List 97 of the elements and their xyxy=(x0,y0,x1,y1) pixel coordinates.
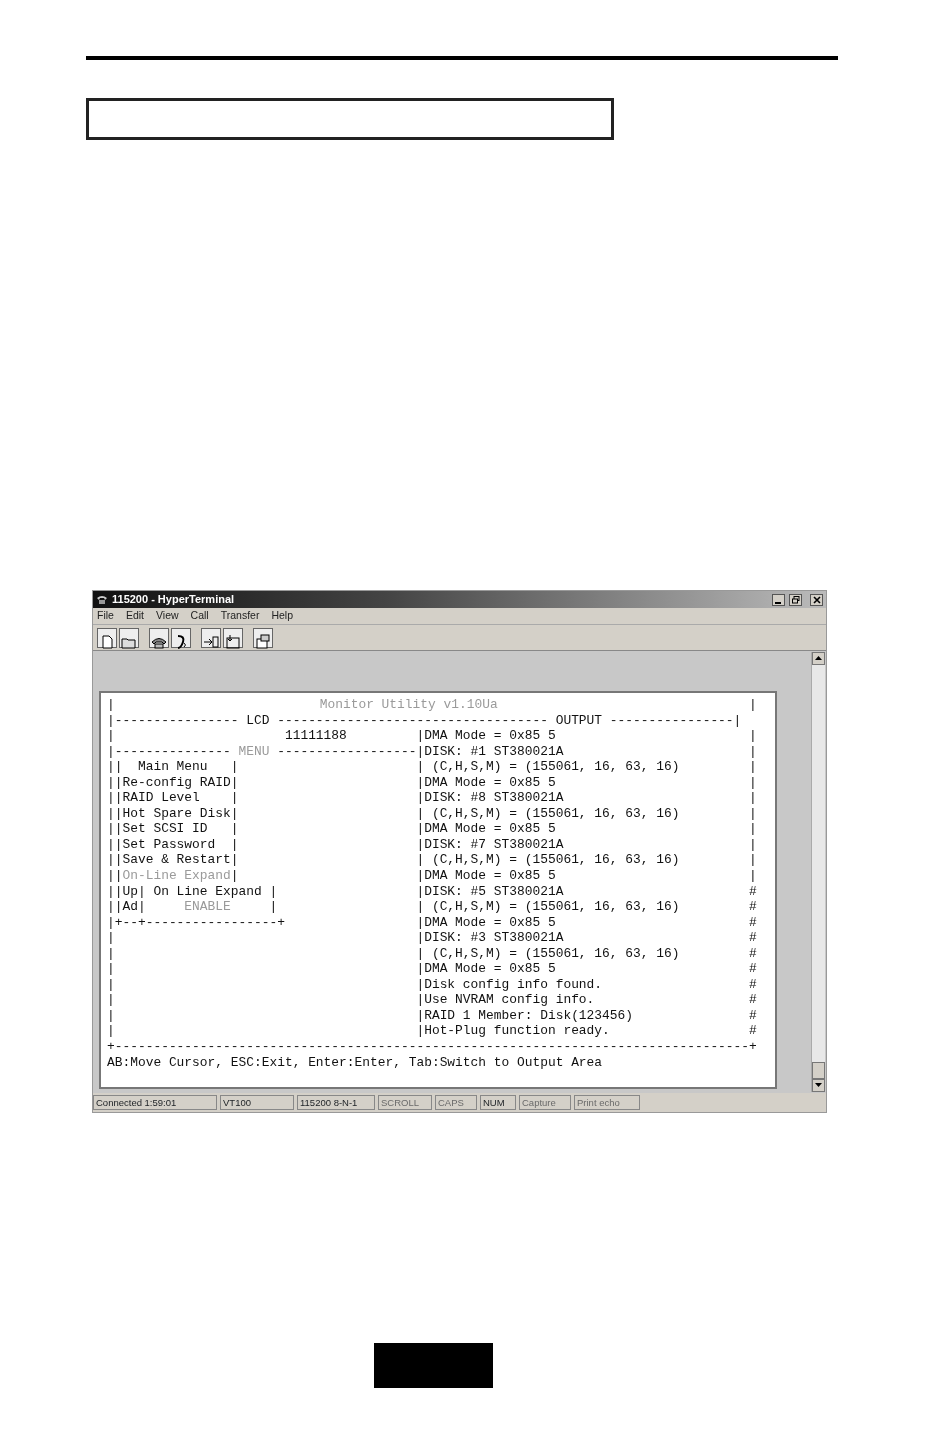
output-text: |DISK: #8 ST380021A xyxy=(416,790,565,806)
menu-panel-text: |+--+-----------------+ xyxy=(107,914,286,931)
window-title: 115200 - HyperTerminal xyxy=(112,592,235,608)
menu-item[interactable]: Edit xyxy=(125,608,144,624)
border-mark: | xyxy=(749,868,757,884)
terminal-line: |---------------- LCD ----------------------------------- OUTPUT ----------------| xyxy=(107,712,742,729)
menu-panel-text: | xyxy=(107,961,116,977)
border-mark: | xyxy=(749,805,757,822)
output-text: | (C,H,S,M) = (155061, 16, 63, 16) xyxy=(416,945,681,962)
menu-panel-text: ||Set Password | xyxy=(107,836,240,853)
output-text: |DISK: #5 ST380021A xyxy=(416,883,565,900)
status-pane: NUM xyxy=(480,1095,516,1110)
status-pane: VT100 xyxy=(220,1095,294,1110)
output-text: |DMA Mode = 0x85 5 xyxy=(416,868,557,884)
status-pane: Capture xyxy=(519,1095,571,1110)
status-pane: SCROLL xyxy=(378,1095,432,1110)
menu-panel-text: ||Ad| ENABLE | xyxy=(107,899,279,915)
border-mark: # xyxy=(749,930,757,946)
border-mark: # xyxy=(749,914,757,931)
menu-panel-text: | xyxy=(107,930,116,946)
terminal-line: | Monitor Utility v1.10Ua | xyxy=(107,697,757,713)
phone-icon xyxy=(96,594,108,605)
minimize-button[interactable] xyxy=(772,593,785,606)
menu-item[interactable]: File xyxy=(97,608,114,624)
output-text: |Hot-Plug function ready. xyxy=(416,1023,611,1040)
menu-panel-text: | xyxy=(107,1007,116,1024)
terminal-line: +----------------------------------------------------------------------------------+ xyxy=(107,1039,757,1055)
border-mark: # xyxy=(749,976,757,993)
output-text: |Use NVRAM config info. xyxy=(416,992,596,1008)
output-text: |DISK: #1 ST380021A xyxy=(416,743,565,760)
menu-panel-text: ||Re-config RAID| xyxy=(107,774,240,791)
border-mark: | xyxy=(749,852,757,868)
folder-icon[interactable] xyxy=(119,627,139,648)
close-icon xyxy=(812,596,821,605)
border-mark: | xyxy=(749,728,757,744)
output-text: |DMA Mode = 0x85 5 xyxy=(416,914,557,931)
menu-panel-text: ||Save & Restart| xyxy=(107,852,240,868)
status-pane: Print echo xyxy=(574,1095,640,1110)
phone-icon[interactable] xyxy=(149,627,169,648)
output-text: | (C,H,S,M) = (155061, 16, 63, 16) xyxy=(416,805,681,822)
close-button[interactable] xyxy=(810,593,823,606)
menu-panel-text: ||RAID Level | xyxy=(107,790,240,806)
new-document-icon[interactable] xyxy=(97,627,117,648)
output-text: | (C,H,S,M) = (155061, 16, 63, 16) xyxy=(416,852,681,868)
menu-panel-text: | xyxy=(107,945,116,962)
menu-panel-text: | 11111188 xyxy=(107,728,348,744)
menu-item[interactable]: Help xyxy=(271,608,293,624)
status-pane: Connected 1:59:01 xyxy=(93,1095,217,1110)
border-mark: | xyxy=(749,759,757,775)
border-mark: # xyxy=(749,945,757,962)
output-text: |DISK: #7 ST380021A xyxy=(416,836,565,853)
handset-icon[interactable] xyxy=(171,627,191,648)
menu-item[interactable]: Transfer xyxy=(220,608,260,624)
output-text: |DMA Mode = 0x85 5 xyxy=(416,821,557,837)
border-mark: # xyxy=(749,883,757,900)
menu-panel-text: | xyxy=(107,976,116,993)
output-text: | (C,H,S,M) = (155061, 16, 63, 16) xyxy=(416,759,681,775)
border-mark: # xyxy=(749,961,757,977)
menu-panel-text: || Main Menu | xyxy=(107,759,240,775)
menu-panel-text: ||Set SCSI ID | xyxy=(107,821,240,837)
terminal-screen[interactable] xyxy=(99,691,777,1089)
scroll-up-icon[interactable] xyxy=(812,652,825,665)
menu-panel-text: |--------------- MENU ------------------ xyxy=(107,743,417,760)
output-text: |DISK: #3 ST380021A xyxy=(416,930,565,946)
menu-item[interactable]: View xyxy=(156,608,179,624)
restore-icon xyxy=(791,596,800,605)
scroll-thumb[interactable] xyxy=(812,1062,825,1079)
receive-tray-icon[interactable] xyxy=(223,627,243,648)
status-pane: 115200 8-N-1 xyxy=(297,1095,375,1110)
scroll-down-icon[interactable] xyxy=(812,1079,825,1092)
output-text: |DMA Mode = 0x85 5 xyxy=(416,961,557,977)
menu-panel-text: | xyxy=(107,992,116,1008)
border-mark: | xyxy=(749,743,757,760)
restore-button[interactable] xyxy=(789,593,802,606)
border-mark: # xyxy=(749,1023,757,1040)
scrollbar[interactable] xyxy=(811,652,825,1092)
menu-item[interactable]: Call xyxy=(190,608,209,624)
border-mark: # xyxy=(749,992,757,1008)
menu-panel-text: ||On-Line Expand| xyxy=(107,868,240,884)
border-mark: | xyxy=(749,774,757,791)
menu-panel-text: ||Up| On Line Expand | xyxy=(107,883,279,900)
output-text: |Disk config info found. xyxy=(416,976,604,993)
border-mark: | xyxy=(749,790,757,806)
output-text: |DMA Mode = 0x85 5 xyxy=(416,728,557,744)
output-text: | (C,H,S,M) = (155061, 16, 63, 16) xyxy=(416,899,681,915)
output-text: |RAID 1 Member: Disk(123456) xyxy=(416,1007,635,1024)
send-tray-icon[interactable] xyxy=(201,627,221,648)
terminal-line: AB:Move Cursor, ESC:Exit, Enter:Enter, Tab:Switch to Output Area xyxy=(107,1054,603,1071)
border-mark: | xyxy=(749,836,757,853)
menu-panel-text: | xyxy=(107,1023,116,1040)
border-mark: | xyxy=(749,821,757,837)
output-text: |DMA Mode = 0x85 5 xyxy=(416,774,557,791)
border-mark: # xyxy=(749,899,757,915)
menu-panel-text: ||Hot Spare Disk| xyxy=(107,805,240,822)
status-pane: CAPS xyxy=(435,1095,477,1110)
properties-icon[interactable] xyxy=(253,627,273,648)
border-mark: # xyxy=(749,1007,757,1024)
